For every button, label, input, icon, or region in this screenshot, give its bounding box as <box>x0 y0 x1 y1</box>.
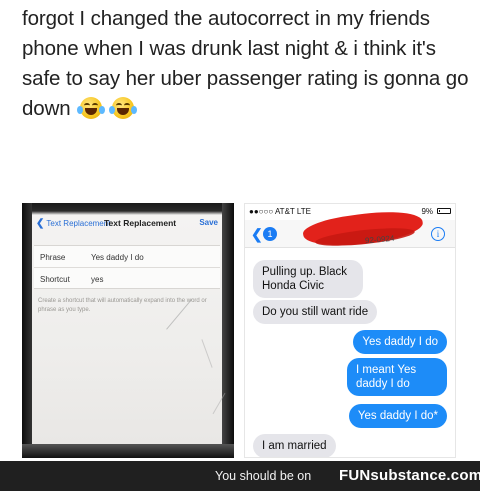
save-button[interactable]: Save <box>199 218 218 227</box>
phrase-label: Phrase <box>40 253 66 262</box>
footer-note: You should be on <box>215 469 312 483</box>
watermark-footer: You should be on FUNsubstance.com <box>0 461 480 491</box>
shortcut-label: Shortcut <box>40 275 70 284</box>
message-bubble-incoming: Do you still want ride <box>253 300 378 324</box>
chevron-left-icon: ❮ <box>36 218 45 229</box>
tears-of-joy-emoji-icon <box>108 97 137 119</box>
battery-percent: 9% <box>421 207 433 216</box>
text-replacement-photo: ❮ Text Replacement Text Replacement Save … <box>22 203 234 458</box>
phrase-row[interactable]: Phrase Yes daddy I do <box>34 246 220 268</box>
site-link[interactable]: FUNsubstance.com <box>339 467 480 484</box>
battery-icon <box>437 208 451 214</box>
phrase-field[interactable]: Yes daddy I do <box>91 253 144 262</box>
chevron-left-icon[interactable]: ❮ <box>251 226 263 243</box>
shortcut-field[interactable]: yes <box>91 275 103 284</box>
message-bubble-incoming: Pulling up. Black Honda Civic <box>253 260 363 298</box>
carrier-label: ●●○○○ AT&T LTE <box>249 207 311 216</box>
unread-badge[interactable]: 1 <box>263 227 277 241</box>
screen-title: Text Replacement <box>104 218 177 228</box>
phone-bezel-left <box>22 203 32 458</box>
message-bubble-incoming: I am married <box>253 434 336 457</box>
text-replacement-navbar: ❮ Text Replacement Text Replacement Save <box>34 215 220 233</box>
tears-of-joy-emoji-icon <box>77 97 106 119</box>
shortcut-row[interactable]: Shortcut yes <box>34 268 220 290</box>
message-bubble-outgoing: Yes daddy I do <box>353 330 447 354</box>
contact-number: 92-0924 <box>364 233 395 246</box>
info-icon[interactable]: i <box>431 227 445 241</box>
message-bubble-outgoing: I meant Yes daddy I do <box>347 358 447 396</box>
conversation-header: ❮ 1 92-0924 i <box>245 205 455 253</box>
message-bubble-outgoing: Yes daddy I do* <box>348 404 447 428</box>
phone-bezel-bottom <box>22 444 234 458</box>
post-caption: forgot I changed the autocorrect in my f… <box>22 4 472 124</box>
back-label: Text Replacement <box>46 219 111 228</box>
back-button[interactable]: ❮ Text Replacement <box>36 218 110 229</box>
replacement-form: Phrase Yes daddy I do Shortcut yes <box>34 245 220 289</box>
imessage-screenshot: ●●○○○ AT&T LTE 9% ❮ 1 92-0924 i Pulling … <box>244 203 456 458</box>
